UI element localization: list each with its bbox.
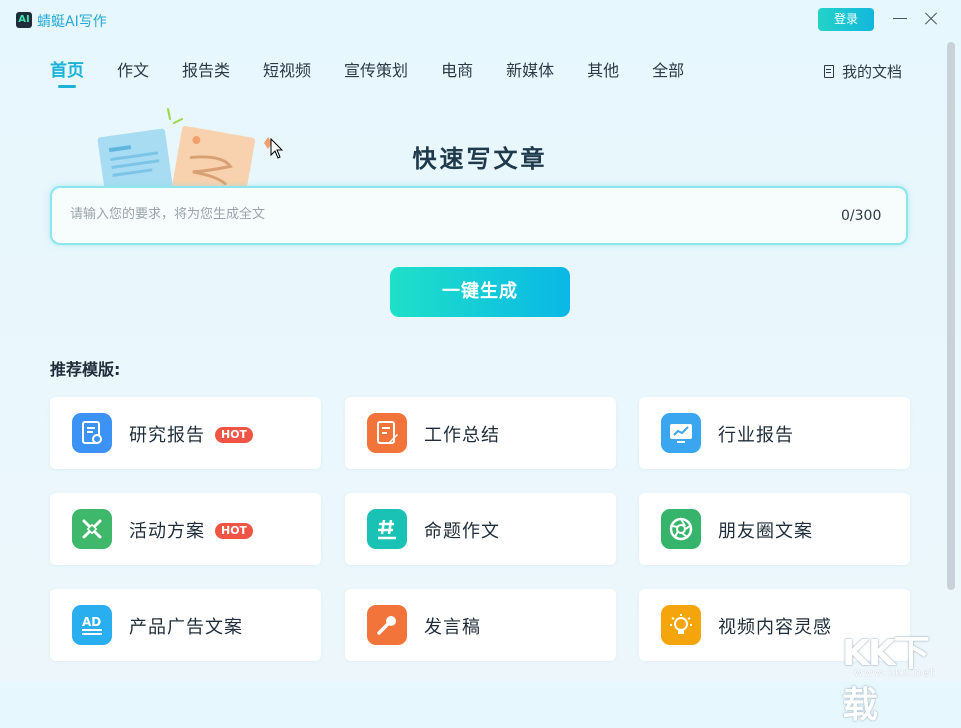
ad-copy-icon: AD (72, 605, 112, 645)
microphone-icon (367, 605, 407, 645)
category-nav: 首页 作文 报告类 短视频 宣传策划 电商 新媒体 其他 全部 (50, 60, 717, 90)
event-plan-icon (72, 509, 112, 549)
hashtag-essay-icon (367, 509, 407, 549)
template-card-industry-report[interactable]: 行业报告 (639, 397, 910, 469)
industry-report-icon (661, 413, 701, 453)
watermark-url: www.kkx.net (854, 666, 936, 679)
tab-other[interactable]: 其他 (587, 60, 619, 88)
minimize-icon[interactable] (893, 18, 907, 19)
title-bar[interactable]: AI 蜻蜓AI写作 登录 (0, 0, 961, 40)
svg-text:AD: AD (82, 615, 101, 629)
sparkle-lines (167, 108, 183, 124)
template-card-event-plan[interactable]: 活动方案 HOT (50, 493, 321, 565)
hot-badge: HOT (215, 427, 254, 443)
tab-short-video[interactable]: 短视频 (263, 60, 311, 88)
template-card-label: 朋友圈文案 (718, 521, 813, 542)
my-documents-label: 我的文档 (842, 63, 903, 81)
template-card-label: 视频内容灵感 (718, 617, 832, 638)
work-summary-icon (367, 413, 407, 453)
scrollbar[interactable] (947, 42, 955, 590)
template-card-label: 产品广告文案 (129, 617, 243, 638)
watermark: KK下载 www.kkx.net (842, 624, 960, 726)
app-window: AI 蜻蜓AI写作 登录 首页 作文 报告类 短视频 宣传策划 电商 新媒体 其… (0, 0, 961, 726)
char-counter: 0/300 (841, 208, 882, 224)
hot-badge: HOT (215, 523, 254, 539)
hero-title: 快速写文章 (412, 145, 548, 173)
tab-home[interactable]: 首页 (50, 60, 84, 88)
template-card-research-report[interactable]: 研究报告 HOT (50, 397, 321, 469)
template-card-hashtag-essay[interactable]: 命题作文 (345, 493, 616, 565)
app-logo-icon: AI (16, 12, 32, 28)
papers-illustration (97, 108, 272, 190)
tab-promotion[interactable]: 宣传策划 (344, 60, 408, 88)
template-card-ad-copy[interactable]: AD 产品广告文案 (50, 589, 321, 661)
moments-icon (661, 509, 701, 549)
lightbulb-icon (661, 605, 701, 645)
document-icon (824, 65, 834, 78)
tab-ecommerce[interactable]: 电商 (441, 60, 473, 88)
prompt-box[interactable]: 0/300 (50, 186, 908, 245)
login-button[interactable]: 登录 (818, 8, 874, 31)
mouse-cursor-icon (270, 138, 284, 159)
generate-button[interactable]: 一键生成 (390, 267, 570, 317)
template-card-label: 工作总结 (424, 425, 500, 446)
tab-essay[interactable]: 作文 (117, 60, 149, 88)
template-card-moments[interactable]: 朋友圈文案 (639, 493, 910, 565)
template-card-label: 活动方案 HOT (129, 517, 254, 543)
tab-reports[interactable]: 报告类 (182, 60, 230, 88)
prompt-input[interactable] (68, 206, 772, 223)
tab-all[interactable]: 全部 (652, 60, 684, 88)
templates-section-title: 推荐模版: (50, 360, 121, 379)
my-documents-link[interactable]: 我的文档 (824, 61, 902, 82)
app-title: 蜻蜓AI写作 (37, 14, 107, 30)
template-card-label: 行业报告 (718, 425, 794, 446)
template-card-label: 研究报告 HOT (129, 421, 254, 447)
template-card-work-summary[interactable]: 工作总结 (345, 397, 616, 469)
close-icon[interactable] (922, 10, 940, 28)
tab-new-media[interactable]: 新媒体 (506, 60, 554, 88)
research-report-icon (72, 413, 112, 453)
template-card-label: 发言稿 (424, 617, 481, 638)
template-card-speech[interactable]: 发言稿 (345, 589, 616, 661)
template-card-label: 命题作文 (424, 521, 500, 542)
